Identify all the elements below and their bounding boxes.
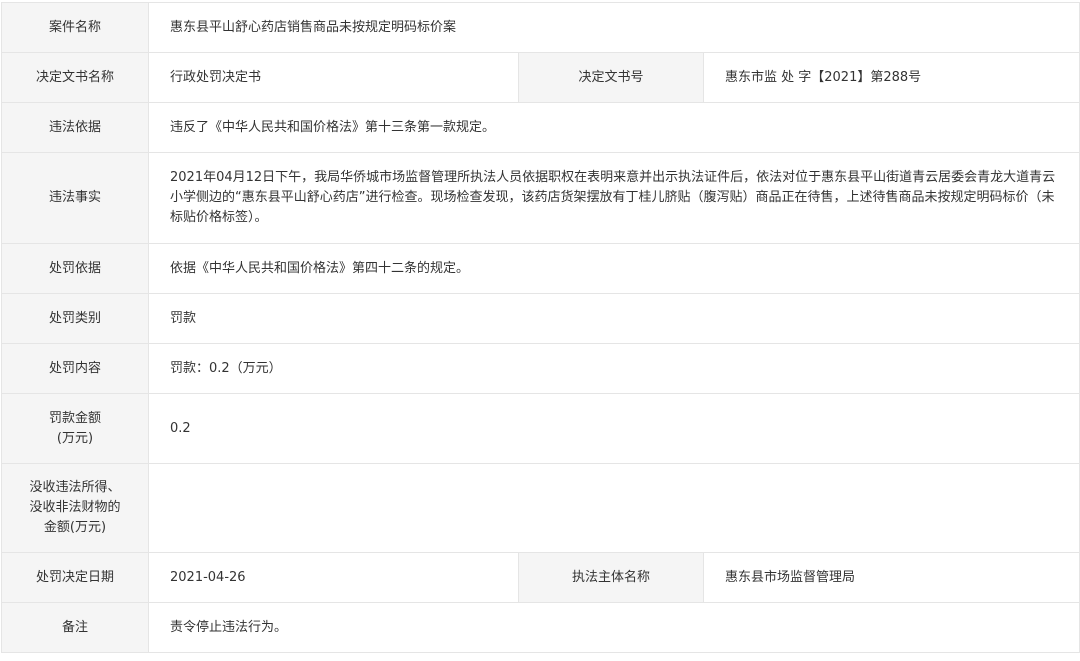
decision-doc-no-label: 决定文书号 xyxy=(518,52,704,103)
confiscation-label-line2: 没收非法财物的 xyxy=(29,500,121,515)
legal-basis-label: 违法依据 xyxy=(1,102,149,153)
decision-doc-no-value: 惠东市监 处 字【2021】第288号 xyxy=(702,52,1080,103)
row-penalty-basis: 处罚依据 依据《中华人民共和国价格法》第四十二条的规定。 xyxy=(1,243,1080,294)
enforcement-body-label: 执法主体名称 xyxy=(518,552,704,603)
illegal-facts-label: 违法事实 xyxy=(1,152,149,244)
row-remarks: 备注 责令停止违法行为。 xyxy=(1,602,1080,653)
row-fine-amount: 罚款金额 (万元) 0.2 xyxy=(1,393,1080,464)
penalty-basis-value: 依据《中华人民共和国价格法》第四十二条的规定。 xyxy=(147,243,1080,294)
enforcement-body-value: 惠东县市场监督管理局 xyxy=(702,552,1080,603)
case-name-label: 案件名称 xyxy=(1,2,149,53)
row-decision-doc: 决定文书名称 行政处罚决定书 决定文书号 惠东市监 处 字【2021】第288号 xyxy=(1,52,1080,103)
illegal-facts-value: 2021年04月12日下午，我局华侨城市场监督管理所执法人员依据职权在表明来意并… xyxy=(147,152,1080,244)
decision-date-label: 处罚决定日期 xyxy=(1,552,149,603)
penalty-content-value: 罚款：0.2（万元） xyxy=(147,343,1080,394)
penalty-basis-label: 处罚依据 xyxy=(1,243,149,294)
row-legal-basis: 违法依据 违反了《中华人民共和国价格法》第十三条第一款规定。 xyxy=(1,102,1080,153)
fine-amount-value: 0.2 xyxy=(147,393,1080,464)
penalty-type-value: 罚款 xyxy=(147,293,1080,344)
confiscation-label: 没收违法所得、 没收非法财物的 金额(万元) xyxy=(1,463,149,553)
case-name-value: 惠东县平山舒心药店销售商品未按规定明码标价案 xyxy=(147,2,1080,53)
confiscation-label-line1: 没收违法所得、 xyxy=(29,480,121,495)
row-penalty-content: 处罚内容 罚款：0.2（万元） xyxy=(1,343,1080,394)
decision-doc-name-value: 行政处罚决定书 xyxy=(148,52,519,103)
row-case-name: 案件名称 惠东县平山舒心药店销售商品未按规定明码标价案 xyxy=(1,2,1080,53)
row-penalty-type: 处罚类别 罚款 xyxy=(1,293,1080,344)
fine-amount-label-line1: 罚款金额 xyxy=(48,410,101,426)
confiscation-value xyxy=(147,463,1080,553)
decision-doc-name-label: 决定文书名称 xyxy=(1,52,149,103)
remarks-value: 责令停止违法行为。 xyxy=(147,602,1080,653)
confiscation-label-line3: 金额(万元) xyxy=(43,520,107,535)
fine-amount-label: 罚款金额 (万元) xyxy=(1,393,149,464)
row-illegal-facts: 违法事实 2021年04月12日下午，我局华侨城市场监督管理所执法人员依据职权在… xyxy=(1,152,1080,244)
row-confiscation: 没收违法所得、 没收非法财物的 金额(万元) xyxy=(1,463,1080,553)
decision-date-value: 2021-04-26 xyxy=(148,552,519,603)
penalty-info-table: 案件名称 惠东县平山舒心药店销售商品未按规定明码标价案 决定文书名称 行政处罚决… xyxy=(1,2,1080,653)
penalty-type-label: 处罚类别 xyxy=(1,293,149,344)
legal-basis-value: 违反了《中华人民共和国价格法》第十三条第一款规定。 xyxy=(147,102,1080,153)
remarks-label: 备注 xyxy=(1,602,149,653)
fine-amount-label-line2: (万元) xyxy=(56,430,94,446)
penalty-content-label: 处罚内容 xyxy=(1,343,149,394)
row-decision-date: 处罚决定日期 2021-04-26 执法主体名称 惠东县市场监督管理局 xyxy=(1,552,1080,603)
